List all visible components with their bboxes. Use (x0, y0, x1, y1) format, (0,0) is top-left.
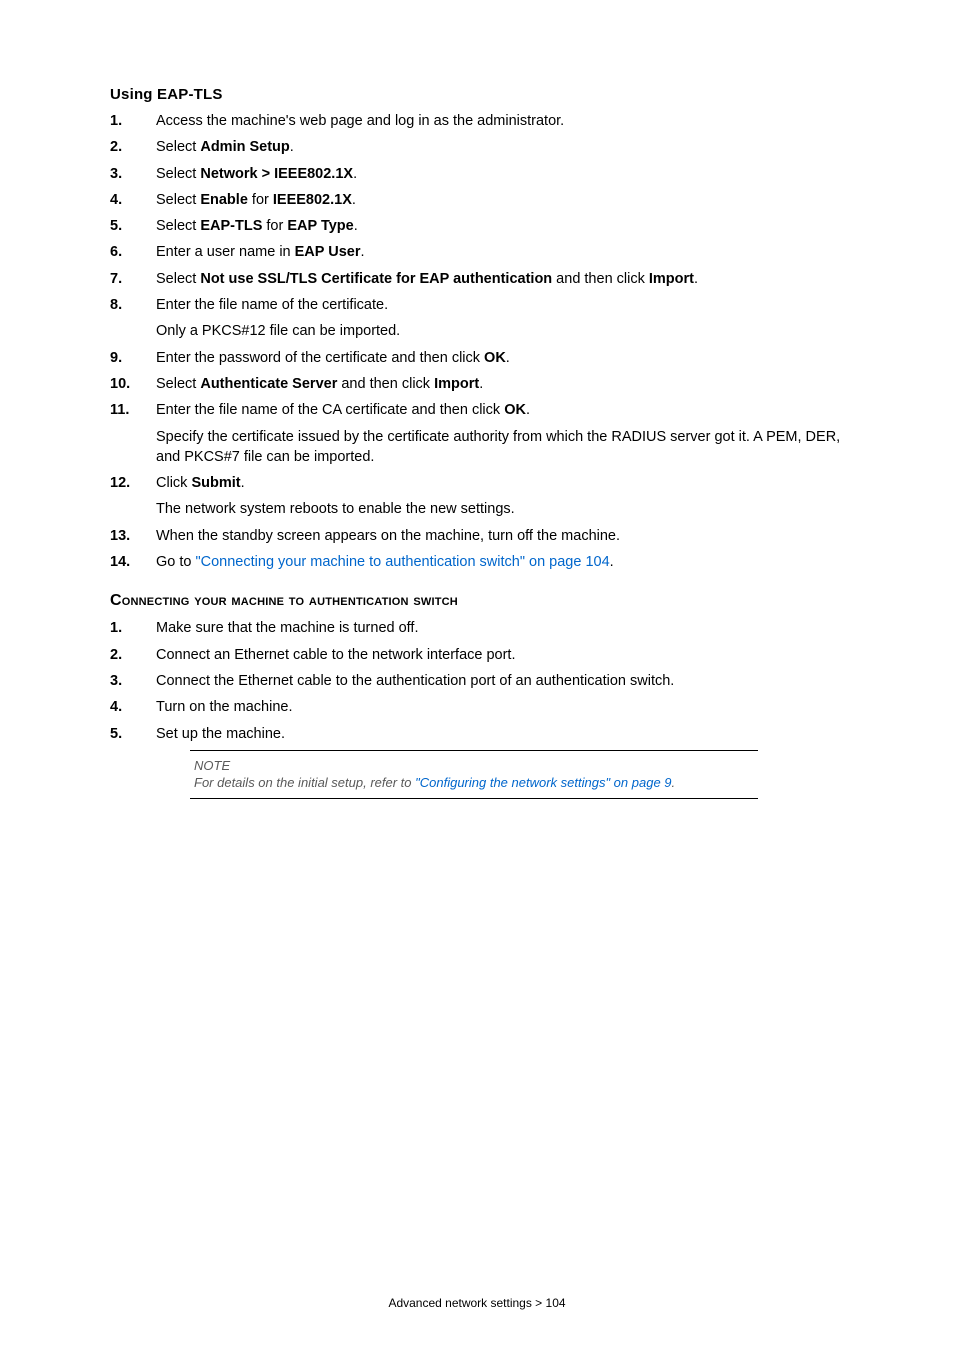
step-number: 3. (110, 671, 156, 691)
steps-list-1c: 12.Click Submit. (110, 473, 844, 493)
step-item: 4.Select Enable for IEEE802.1X. (110, 190, 844, 210)
step-item: 10.Select Authenticate Server and then c… (110, 374, 844, 394)
step-text: Click Submit. (156, 473, 844, 493)
note-step8: Only a PKCS#12 file can be imported. (156, 321, 844, 341)
step-text: When the standby screen appears on the m… (156, 526, 844, 546)
note-body: For details on the initial setup, refer … (194, 775, 675, 790)
step-number: 1. (110, 618, 156, 638)
step-number: 2. (110, 137, 156, 157)
step-number: 9. (110, 348, 156, 368)
step-number: 4. (110, 190, 156, 210)
step-text: Connect an Ethernet cable to the network… (156, 645, 844, 665)
step-text: Select Admin Setup. (156, 137, 844, 157)
note-step12: The network system reboots to enable the… (156, 499, 844, 519)
step-item: 7.Select Not use SSL/TLS Certificate for… (110, 269, 844, 289)
step-text: Go to "Connecting your machine to authen… (156, 552, 844, 572)
step-item: 5.Set up the machine. (110, 724, 844, 744)
step-number: 1. (110, 111, 156, 131)
step-number: 12. (110, 473, 156, 493)
step-item: 11.Enter the file name of the CA certifi… (110, 400, 844, 420)
step-text: Enter the file name of the certificate. (156, 295, 844, 315)
steps-list-1b: 9.Enter the password of the certificate … (110, 348, 844, 421)
step-text: Select Authenticate Server and then clic… (156, 374, 844, 394)
step-item: 3.Connect the Ethernet cable to the auth… (110, 671, 844, 691)
step-number: 7. (110, 269, 156, 289)
step-text: Turn on the machine. (156, 697, 844, 717)
step-text: Select Not use SSL/TLS Certificate for E… (156, 269, 844, 289)
step-number: 8. (110, 295, 156, 315)
note-body-post: . (672, 775, 676, 790)
step-text: Enter a user name in EAP User. (156, 242, 844, 262)
step-item: 3.Select Network > IEEE802.1X. (110, 164, 844, 184)
step-item: 14.Go to "Connecting your machine to aut… (110, 552, 844, 572)
step-number: 10. (110, 374, 156, 394)
note-box: NOTE For details on the initial setup, r… (190, 750, 758, 799)
step-item: 12.Click Submit. (110, 473, 844, 493)
step-text: Set up the machine. (156, 724, 844, 744)
steps-list-1a: 1.Access the machine's web page and log … (110, 111, 844, 315)
step-number: 4. (110, 697, 156, 717)
steps-list-2: 1.Make sure that the machine is turned o… (110, 618, 844, 743)
step-number: 5. (110, 724, 156, 744)
note-title: NOTE (194, 757, 754, 775)
step-number: 5. (110, 216, 156, 236)
step-item: 6.Enter a user name in EAP User. (110, 242, 844, 262)
step-item: 1.Access the machine's web page and log … (110, 111, 844, 131)
step-item: 4.Turn on the machine. (110, 697, 844, 717)
heading-connecting-switch: Connecting your machine to authenticatio… (110, 592, 844, 610)
step-number: 2. (110, 645, 156, 665)
step-item: 9.Enter the password of the certificate … (110, 348, 844, 368)
step-number: 3. (110, 164, 156, 184)
step-text: Enter the file name of the CA certificat… (156, 400, 844, 420)
step-text: Select Enable for IEEE802.1X. (156, 190, 844, 210)
step-item: 1.Make sure that the machine is turned o… (110, 618, 844, 638)
step-number: 14. (110, 552, 156, 572)
step-text: Access the machine's web page and log in… (156, 111, 844, 131)
heading-using-eap-tls: Using EAP-TLS (110, 86, 844, 103)
step-item: 13.When the standby screen appears on th… (110, 526, 844, 546)
step-item: 5.Select EAP-TLS for EAP Type. (110, 216, 844, 236)
step-item: 2.Connect an Ethernet cable to the netwo… (110, 645, 844, 665)
page-footer: Advanced network settings > 104 (0, 1296, 954, 1310)
note-link[interactable]: "Configuring the network settings" on pa… (415, 775, 671, 790)
step-text: Enter the password of the certificate an… (156, 348, 844, 368)
step-text: Connect the Ethernet cable to the authen… (156, 671, 844, 691)
step-item: 2.Select Admin Setup. (110, 137, 844, 157)
step-text: Select Network > IEEE802.1X. (156, 164, 844, 184)
step-text: Make sure that the machine is turned off… (156, 618, 844, 638)
step-number: 11. (110, 400, 156, 420)
step-text: Select EAP-TLS for EAP Type. (156, 216, 844, 236)
note-body-pre: For details on the initial setup, refer … (194, 775, 415, 790)
note-step11: Specify the certificate issued by the ce… (156, 427, 844, 468)
steps-list-1d: 13.When the standby screen appears on th… (110, 526, 844, 573)
step-item: 8.Enter the file name of the certificate… (110, 295, 844, 315)
step-number: 6. (110, 242, 156, 262)
step-number: 13. (110, 526, 156, 546)
